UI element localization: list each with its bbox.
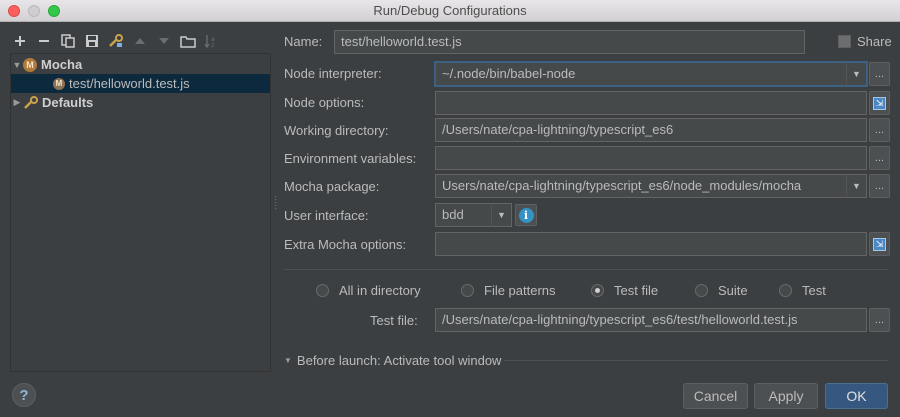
environment-variables-label: Environment variables: [284,151,417,166]
divider [284,269,888,270]
arrow-up-icon[interactable] [128,30,152,52]
expand-icon: ⇲ [873,96,886,110]
tree-item-label: test/helloworld.test.js [69,76,190,91]
ok-button[interactable]: OK [825,383,888,409]
test-file-label: Test file: [370,313,418,328]
radio-label: Test [802,283,826,298]
radio-file-patterns[interactable]: File patterns [461,283,556,298]
window-title: Run/Debug Configurations [373,3,527,18]
chevron-down-icon[interactable]: ▼ [846,174,866,198]
chevron-down-icon[interactable]: ▼ [846,62,866,86]
test-file-field[interactable]: /Users/nate/cpa-lightning/typescript_es6… [435,308,867,332]
wrench-icon[interactable] [104,30,128,52]
expand-icon: ⇲ [873,237,886,251]
help-button[interactable]: ? [12,383,36,407]
radio-label: Suite [718,283,748,298]
expand-extra-options-button[interactable]: ⇲ [869,232,890,256]
radio-button[interactable] [461,284,474,297]
extra-mocha-options-field[interactable] [435,232,867,256]
collapsed-triangle-icon[interactable]: ▶ [11,97,23,108]
radio-button-selected[interactable] [591,284,604,297]
radio-button[interactable] [316,284,329,297]
radio-button[interactable] [695,284,708,297]
extra-mocha-options-label: Extra Mocha options: [284,237,407,252]
radio-test-file[interactable]: Test file [591,283,658,298]
expand-node-options-button[interactable]: ⇲ [869,91,890,115]
radio-label: Test file [614,283,659,298]
defaults-wrench-icon [23,95,39,110]
tree-item-defaults[interactable]: ▶ Defaults [11,93,270,112]
environment-variables-field[interactable] [435,146,867,170]
collapse-triangle-icon[interactable]: ▼ [284,356,292,365]
arrow-down-icon[interactable] [152,30,176,52]
config-tree: ▼ M Mocha M test/helloworld.test.js ▶ De… [10,53,271,372]
mocha-icon: M [23,57,37,72]
expanded-triangle-icon[interactable]: ▼ [11,60,23,70]
title-bar: Run/Debug Configurations [0,0,900,22]
node-interpreter-select[interactable]: ~/.node/bin/babel-node [435,62,867,86]
tree-item-mocha[interactable]: ▼ M Mocha [11,55,270,74]
working-directory-label: Working directory: [284,123,389,138]
config-toolbar: az [8,30,224,52]
divider [504,360,888,361]
folder-icon[interactable] [176,30,200,52]
radio-suite[interactable]: Suite [695,283,748,298]
node-options-label: Node options: [284,95,365,110]
plus-icon[interactable] [8,30,32,52]
radio-label: All in directory [339,283,421,298]
cancel-button[interactable]: Cancel [683,383,748,409]
name-label: Name: [284,34,323,49]
info-icon: i [518,207,534,223]
name-field[interactable]: test/helloworld.test.js [334,30,805,54]
apply-button[interactable]: Apply [754,383,818,409]
tree-item-helloworld-test[interactable]: M test/helloworld.test.js [11,74,270,93]
browse-mocha-package-button[interactable]: ... [869,174,890,198]
copy-icon[interactable] [56,30,80,52]
mocha-package-label: Mocha package: [284,179,380,194]
radio-all-in-directory[interactable]: All in directory [316,283,421,298]
edit-environment-variables-button[interactable]: ... [869,146,890,170]
splitter-handle[interactable]: · · · · · [274,192,277,214]
browse-working-directory-button[interactable]: ... [869,118,890,142]
before-launch-label: Before launch: Activate tool window [296,353,502,368]
browse-interpreter-button[interactable]: ... [869,62,890,86]
tree-item-label: Defaults [42,95,94,110]
mocha-config-icon: M [53,77,65,90]
mocha-package-select[interactable]: Users/nate/cpa-lightning/typescript_es6/… [435,174,867,198]
browse-test-file-button[interactable]: ... [869,308,890,332]
working-directory-field[interactable]: /Users/nate/cpa-lightning/typescript_es6 [435,118,867,142]
minus-icon[interactable] [32,30,56,52]
radio-label: File patterns [484,283,556,298]
radio-button[interactable] [779,284,792,297]
info-button[interactable]: i [515,204,537,226]
save-icon[interactable] [80,30,104,52]
before-launch-toggle[interactable]: ▼ Before launch: Activate tool window [284,353,501,368]
svg-text:z: z [211,42,214,48]
chevron-down-icon[interactable]: ▼ [491,203,511,227]
tree-item-label: Mocha [41,57,83,72]
share-label: Share [857,34,892,49]
share-checkbox[interactable]: Share [838,34,892,49]
sort-icon[interactable]: az [200,30,224,52]
node-interpreter-label: Node interpreter: [284,66,382,81]
radio-test[interactable]: Test [779,283,826,298]
user-interface-label: User interface: [284,208,369,223]
node-options-field[interactable] [435,91,867,115]
share-checkbox-box[interactable] [838,35,851,48]
